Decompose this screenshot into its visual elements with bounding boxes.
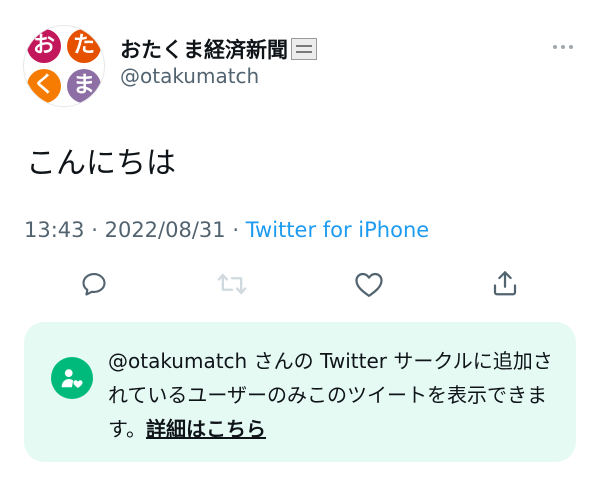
avatar-char: く xyxy=(27,69,61,103)
retweet-icon xyxy=(217,273,247,295)
avatar-char: お xyxy=(27,29,61,63)
user-handle[interactable]: @otakumatch xyxy=(120,64,259,88)
avatar-char-cell: く xyxy=(24,66,64,106)
tweet-text: こんにちは xyxy=(26,146,176,181)
people-heart-icon xyxy=(61,369,83,388)
more-dot xyxy=(561,45,565,49)
avatar-char-cell: た xyxy=(64,26,104,66)
reply-icon[interactable] xyxy=(80,270,108,298)
avatar-char: た xyxy=(67,29,101,63)
tweet-date[interactable]: 2022/08/31 xyxy=(105,218,226,242)
display-name-row[interactable]: おたくま経済新聞 xyxy=(120,34,317,64)
tweet-time[interactable]: 13:43 xyxy=(24,218,85,242)
like-icon[interactable] xyxy=(354,270,384,298)
meta-separator: · xyxy=(91,218,98,242)
tweet-source[interactable]: Twitter for iPhone xyxy=(246,218,430,242)
more-dot xyxy=(553,45,557,49)
avatar-char: ま xyxy=(67,69,101,103)
circle-people-icon xyxy=(51,357,93,399)
newspaper-emoji-icon xyxy=(291,38,317,60)
share-icon[interactable] xyxy=(490,268,520,298)
display-name[interactable]: おたくま経済新聞 xyxy=(120,38,288,62)
more-dot xyxy=(569,45,573,49)
circle-notice-text-block: @otakumatch さんの Twitter サークルに追加されているユーザー… xyxy=(108,344,554,446)
meta-separator: · xyxy=(232,218,240,242)
avatar-char-cell: お xyxy=(24,26,64,66)
tweet-meta: 13:43 · 2022/08/31 · Twitter for iPhone xyxy=(24,218,429,242)
avatar-char-cell: ま xyxy=(64,66,104,106)
avatar[interactable]: お た く ま xyxy=(24,26,104,106)
more-options-icon[interactable] xyxy=(548,38,578,56)
learn-more-link[interactable]: 詳細はこちら xyxy=(146,417,266,441)
circle-notice: @otakumatch さんの Twitter サークルに追加されているユーザー… xyxy=(24,322,576,462)
